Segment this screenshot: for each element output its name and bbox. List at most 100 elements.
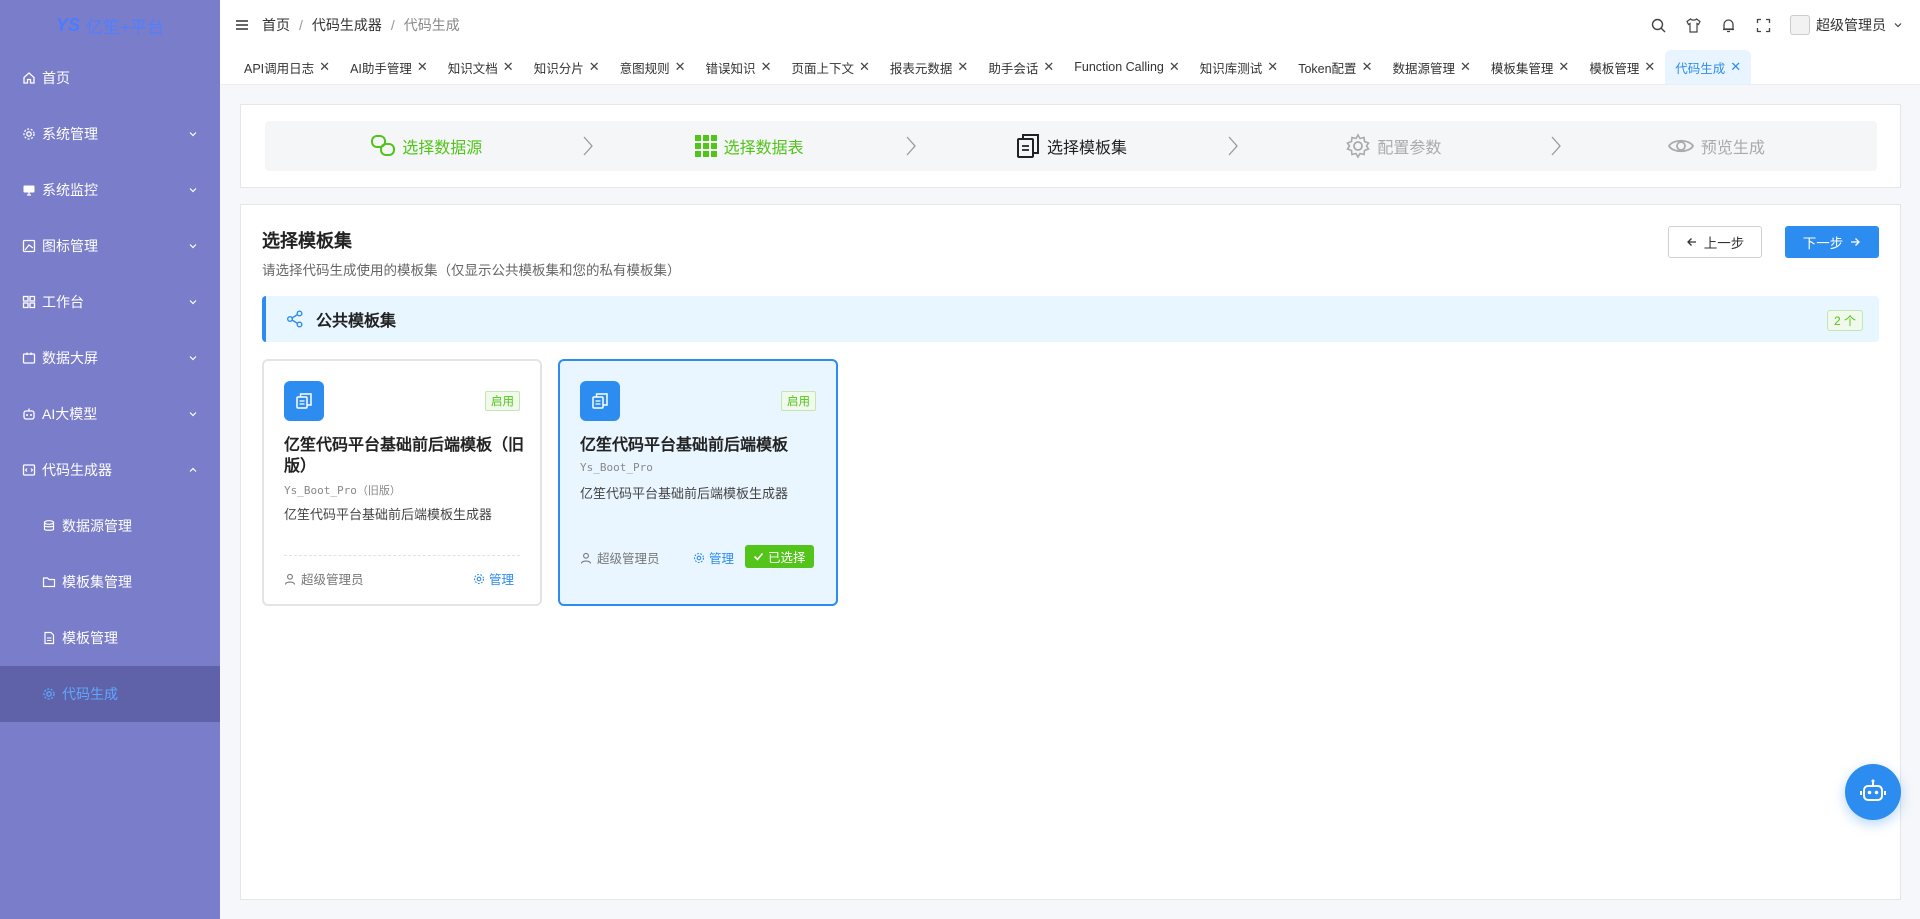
close-icon[interactable]: ✕ xyxy=(957,59,968,75)
close-icon[interactable]: ✕ xyxy=(1730,59,1741,75)
user-menu[interactable]: 超级管理员 xyxy=(1790,15,1904,35)
tab-kb-test[interactable]: 知识库测试 ✕ xyxy=(1190,50,1288,84)
sidebar-item-label: 数据大屏 xyxy=(42,350,98,366)
sidebar-item-workbench[interactable]: 工作台 xyxy=(0,274,220,330)
tab-datasource[interactable]: 数据源管理 ✕ xyxy=(1382,50,1480,84)
close-icon[interactable]: ✕ xyxy=(319,59,330,75)
file-icon xyxy=(42,631,56,645)
next-step-button[interactable]: 下一步 xyxy=(1785,226,1879,258)
check-icon xyxy=(753,552,764,561)
tab-label: 错误知识 xyxy=(705,61,756,76)
tab-function-calling[interactable]: Function Calling ✕ xyxy=(1064,50,1190,84)
tab-label: 报表元数据 xyxy=(889,61,953,76)
sidebar-item-ai-model[interactable]: AI大模型 xyxy=(0,386,220,442)
breadcrumb: 首页 / 代码生成器 / 代码生成 xyxy=(262,15,460,35)
template-set-card[interactable]: 启用 亿笙代码平台基础前后端模板（旧版） Ys_Boot_Pro（旧版） 亿笙代… xyxy=(262,359,542,606)
step-label: 选择数据源 xyxy=(402,140,483,157)
tab-api-log[interactable]: API调用日志 ✕ xyxy=(234,50,340,84)
tab-code-generate[interactable]: 代码生成 ✕ xyxy=(1665,50,1752,84)
prev-step-button[interactable]: 上一步 xyxy=(1668,226,1762,258)
manage-button[interactable]: 管理 xyxy=(473,569,514,588)
sidebar: YS 亿笙+平台 首页 系统管理 系统监控 图标管理 工作台 数据大屏 AI大模… xyxy=(0,0,220,919)
steps-panel: 选择数据源 选择数据表 选择模板集 配置参数 预览生成 xyxy=(240,104,1901,188)
template-set-name: 亿笙代码平台基础前后端模板 xyxy=(580,437,789,454)
chevron-down-icon xyxy=(189,188,197,193)
template-set-panel: 选择模板集 请选择代码生成使用的模板集（仅显示公共模板集和您的私有模板集） 上一… xyxy=(240,204,1901,900)
breadcrumb-current: 代码生成 xyxy=(403,17,460,33)
eye-icon xyxy=(1667,139,1694,153)
close-icon[interactable]: ✕ xyxy=(1267,59,1278,75)
tab-assistant-session[interactable]: 助手会话 ✕ xyxy=(978,50,1064,84)
close-icon[interactable]: ✕ xyxy=(859,59,870,75)
tab-label: API调用日志 xyxy=(244,61,315,76)
sidebar-item-template[interactable]: 模板管理 xyxy=(0,610,220,666)
manage-button[interactable]: 管理 xyxy=(693,548,734,567)
tab-ai-assistant[interactable]: AI助手管理 ✕ xyxy=(340,50,438,84)
chevron-down-icon xyxy=(1894,23,1902,28)
tab-knowledge-chunk[interactable]: 知识分片 ✕ xyxy=(524,50,610,84)
chevron-up-icon xyxy=(189,467,197,472)
close-icon[interactable]: ✕ xyxy=(589,59,600,75)
menu-toggle-icon[interactable] xyxy=(234,17,250,33)
fullscreen-icon[interactable] xyxy=(1755,17,1772,34)
share-icon xyxy=(287,310,303,328)
template-set-card[interactable]: 启用 亿笙代码平台基础前后端模板 Ys_Boot_Pro 亿笙代码平台基础前后端… xyxy=(558,359,838,606)
close-icon[interactable]: ✕ xyxy=(675,59,686,75)
sidebar-menu: 首页 系统管理 系统监控 图标管理 工作台 数据大屏 AI大模型 代码生成器 数… xyxy=(0,50,220,722)
tab-knowledge-doc[interactable]: 知识文档 ✕ xyxy=(438,50,524,84)
breadcrumb-code-generator[interactable]: 代码生成器 xyxy=(312,15,382,35)
tab-template-set[interactable]: 模板集管理 ✕ xyxy=(1481,50,1579,84)
sidebar-item-system-manage[interactable]: 系统管理 xyxy=(0,106,220,162)
close-icon[interactable]: ✕ xyxy=(1043,59,1054,75)
robot-icon xyxy=(1860,779,1886,801)
user-name: 超级管理员 xyxy=(1816,17,1886,33)
sidebar-item-datasource[interactable]: 数据源管理 xyxy=(0,498,220,554)
close-icon[interactable]: ✕ xyxy=(1558,59,1569,75)
chevron-down-icon xyxy=(189,300,197,305)
chevron-down-icon xyxy=(189,132,197,137)
tab-intent-rule[interactable]: 意图规则 ✕ xyxy=(610,50,696,84)
tab-page-context[interactable]: 页面上下文 ✕ xyxy=(781,50,879,84)
template-icon xyxy=(580,381,620,421)
image-icon xyxy=(22,239,36,253)
step-select-table[interactable]: 选择数据表 xyxy=(587,134,916,158)
sidebar-item-code-generate[interactable]: 代码生成 xyxy=(0,666,220,722)
copy-icon xyxy=(1017,134,1039,158)
tab-label: 知识库测试 xyxy=(1199,61,1263,76)
shirt-icon[interactable] xyxy=(1685,17,1702,34)
breadcrumb-home[interactable]: 首页 xyxy=(262,15,290,35)
logo-mark: YS xyxy=(56,14,81,35)
sidebar-item-code-generator[interactable]: 代码生成器 xyxy=(0,442,220,498)
tab-report-meta[interactable]: 报表元数据 ✕ xyxy=(880,50,978,84)
close-icon[interactable]: ✕ xyxy=(503,59,514,75)
bell-icon[interactable] xyxy=(1720,17,1737,34)
close-icon[interactable]: ✕ xyxy=(1644,59,1655,75)
close-icon[interactable]: ✕ xyxy=(1169,59,1180,75)
chevron-down-icon xyxy=(189,244,197,249)
step-label: 选择数据表 xyxy=(723,140,804,157)
tab-label: 意图规则 xyxy=(619,61,670,76)
close-icon[interactable]: ✕ xyxy=(1460,59,1471,75)
search-icon[interactable] xyxy=(1650,17,1667,34)
tab-token-config[interactable]: Token配置 ✕ xyxy=(1288,50,1382,84)
tab-error-knowledge[interactable]: 错误知识 ✕ xyxy=(696,50,782,84)
sidebar-item-home[interactable]: 首页 xyxy=(0,50,220,106)
step-select-datasource[interactable]: 选择数据源 xyxy=(265,133,594,159)
logo[interactable]: YS 亿笙+平台 xyxy=(0,0,220,50)
close-icon[interactable]: ✕ xyxy=(761,59,772,75)
sidebar-item-icon-manage[interactable]: 图标管理 xyxy=(0,218,220,274)
sidebar-item-system-monitor[interactable]: 系统监控 xyxy=(0,162,220,218)
sidebar-item-data-screen[interactable]: 数据大屏 xyxy=(0,330,220,386)
ai-assistant-button[interactable] xyxy=(1845,764,1901,820)
step-configure-params[interactable]: 配置参数 xyxy=(1232,133,1561,159)
public-template-group: 公共模板集 2 个 xyxy=(262,296,1879,342)
grid-icon xyxy=(22,295,36,309)
tab-template[interactable]: 模板管理 ✕ xyxy=(1579,50,1665,84)
close-icon[interactable]: ✕ xyxy=(1362,59,1373,75)
sidebar-item-template-set[interactable]: 模板集管理 xyxy=(0,554,220,610)
step-select-template-set[interactable]: 选择模板集 xyxy=(910,133,1239,159)
step-preview-generate[interactable]: 预览生成 xyxy=(1555,134,1877,158)
gear-icon xyxy=(473,573,485,584)
robot-icon xyxy=(22,407,36,421)
close-icon[interactable]: ✕ xyxy=(417,59,428,75)
